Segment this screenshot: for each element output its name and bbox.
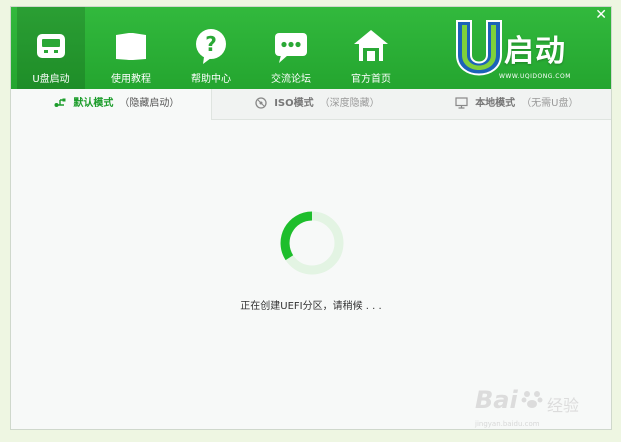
monitor-icon [455, 97, 468, 109]
svg-text:?: ? [205, 32, 217, 56]
nav-label: 使用教程 [111, 74, 151, 85]
tab-title: 本地模式 [475, 98, 516, 109]
disc-icon [255, 97, 267, 109]
nav-label: 帮助中心 [191, 74, 231, 85]
nav-label: 官方首页 [351, 74, 391, 85]
home-icon [354, 30, 388, 61]
app-window: U盘启动 使用教程 ? 帮助中心 交流论坛 官方首页 启动 WWW.UQIDON… [10, 6, 612, 430]
paw-icon [521, 391, 543, 408]
nav-forum[interactable]: 交流论坛 [257, 7, 325, 89]
tab-subtitle: （深度隐藏） [319, 98, 380, 109]
tab-subtitle: （隐藏启动） [119, 98, 180, 109]
tab-title: 默认模式 [73, 98, 114, 109]
nav-usb-boot[interactable]: U盘启动 [17, 7, 85, 89]
book-icon [116, 33, 146, 60]
chat-icon [275, 33, 307, 63]
nav-homepage[interactable]: 官方首页 [337, 7, 405, 89]
baidu-watermark: Bai 经验 jingyan.baidu.com [475, 378, 615, 438]
close-button[interactable]: ✕ [595, 7, 607, 23]
tab-subtitle: （无需U盘） [521, 98, 579, 109]
usb-drive-icon [37, 34, 65, 58]
tab-default-mode[interactable]: 默认模式 （隐藏启动） [11, 89, 212, 120]
nav-tutorial[interactable]: 使用教程 [97, 7, 165, 89]
watermark-url: jingyan.baidu.com [475, 420, 540, 428]
help-icon: ? [196, 29, 226, 64]
header-bar: U盘启动 使用教程 ? 帮助中心 交流论坛 官方首页 启动 WWW.UQIDON… [11, 7, 611, 89]
tab-title: ISO模式 [274, 98, 314, 109]
nav-help[interactable]: ? 帮助中心 [177, 7, 245, 89]
nav-label: U盘启动 [32, 74, 70, 85]
watermark-brand: Bai [475, 386, 518, 414]
tab-iso-mode[interactable]: ISO模式 （深度隐藏） [255, 89, 380, 119]
nav-label: 交流论坛 [271, 74, 311, 85]
logo-text: 启动 [504, 34, 566, 69]
u-logo-icon [456, 20, 502, 76]
logo-url: WWW.UQIDONG.COM [499, 73, 571, 80]
usb-symbol-icon [54, 98, 66, 107]
status-message: 正在创建UEFI分区，请稍候 . . . [240, 301, 382, 312]
mode-tabs: 默认模式 （隐藏启动） ISO模式 （深度隐藏） 本地模式 （无需U盘） [11, 89, 611, 120]
tab-local-mode[interactable]: 本地模式 （无需U盘） [455, 89, 579, 119]
brand-logo: 启动 WWW.UQIDONG.COM [451, 15, 591, 85]
watermark-suffix: 经验 [547, 396, 580, 415]
loading-spinner-icon [280, 211, 344, 275]
